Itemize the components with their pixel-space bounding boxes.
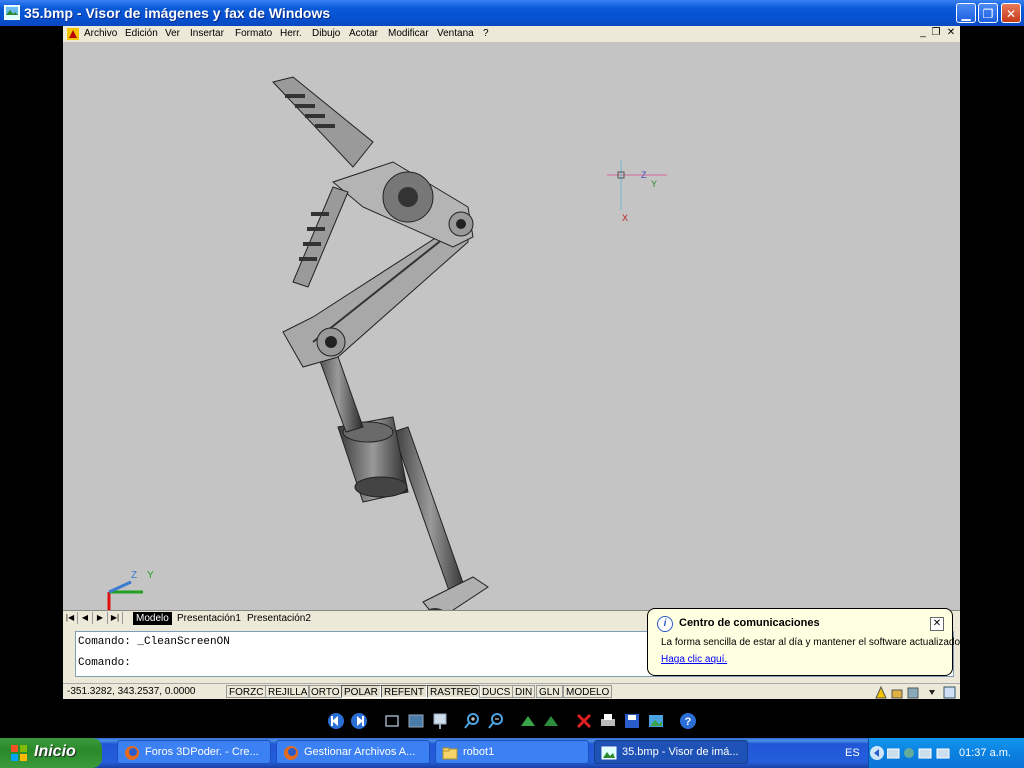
tab-first-icon[interactable]: |◀ <box>63 612 78 624</box>
rotate-clockwise-icon[interactable] <box>519 712 537 730</box>
taskbar-item-35bmp[interactable]: 35.bmp - Visor de imá... <box>594 740 748 764</box>
menu-dibujo[interactable]: Dibujo <box>312 28 340 39</box>
status-forzc[interactable]: FORZC <box>226 685 267 698</box>
acad-app-icon <box>67 28 79 40</box>
taskbar-item-robot1[interactable]: robot1 <box>435 740 589 764</box>
balloon-link[interactable]: Haga clic aquí. <box>661 654 727 665</box>
menu-archivo[interactable]: Archivo <box>84 28 117 39</box>
cursor-x-label: X <box>622 213 628 223</box>
status-ducs[interactable]: DUCS <box>479 685 514 698</box>
next-image-icon[interactable] <box>350 712 368 730</box>
taskbar-item-gestionar[interactable]: Gestionar Archivos A... <box>276 740 430 764</box>
start-label: Inicio <box>34 743 76 760</box>
status-bar: -351.3282, 343.2537, 0.0000 FORZC REJILL… <box>63 683 960 699</box>
delete-icon[interactable] <box>575 712 593 730</box>
start-button[interactable]: Inicio <box>0 738 102 768</box>
robot-arm-model: Z Y X X Z Y <box>104 76 667 637</box>
drawing-restore-button[interactable]: ❐ <box>930 27 942 39</box>
balloon-close-button[interactable]: ✕ <box>930 617 944 631</box>
tray-expand-icon[interactable] <box>869 745 885 761</box>
windows-logo-icon <box>11 745 27 761</box>
tab-presentacion2[interactable]: Presentación2 <box>244 612 314 625</box>
rotate-counterclockwise-icon[interactable] <box>542 712 560 730</box>
language-indicator[interactable]: ES <box>845 747 860 759</box>
zoom-out-icon[interactable] <box>487 712 505 730</box>
status-gln[interactable]: GLN <box>536 685 563 698</box>
zoom-in-icon[interactable] <box>463 712 481 730</box>
taskbar-item-label: Gestionar Archivos A... <box>304 746 416 758</box>
balloon-title: Centro de comunicaciones <box>679 617 820 629</box>
command-history-line: Comando: _CleanScreenON <box>78 636 230 648</box>
window-title: 35.bmp - Visor de imágenes y fax de Wind… <box>24 5 331 21</box>
ucs-icon: X Z Y <box>104 570 154 637</box>
restore-button[interactable]: ❐ <box>978 3 998 23</box>
copy-to-icon[interactable] <box>623 712 641 730</box>
notification-balloon: i Centro de comunicaciones ✕ La forma se… <box>647 608 963 676</box>
previous-image-icon[interactable] <box>327 712 345 730</box>
status-modelo[interactable]: MODELO <box>563 685 613 698</box>
info-icon: i <box>657 616 673 632</box>
help-icon[interactable]: ? <box>679 712 697 730</box>
menu-modificar[interactable]: Modificar <box>388 28 429 39</box>
coordinates-readout: -351.3282, 343.2537, 0.0000 <box>67 686 196 697</box>
print-icon[interactable] <box>599 712 617 730</box>
best-fit-icon[interactable] <box>383 712 401 730</box>
minimize-button[interactable]: ▁ <box>956 3 976 23</box>
menu-acotar[interactable]: Acotar <box>349 28 378 39</box>
window-title-bar[interactable]: 35.bmp - Visor de imágenes y fax de Wind… <box>0 0 1024 26</box>
drawing-close-button[interactable]: ✕ <box>945 27 957 39</box>
image-viewer-icon <box>601 746 617 760</box>
cursor-z-label: Z <box>641 170 647 180</box>
tab-modelo[interactable]: Modelo <box>133 612 172 625</box>
ucs-z-label: Z <box>131 570 137 581</box>
taskbar-item-label: Foros 3DPoder. - Cre... <box>145 746 259 758</box>
status-rejilla[interactable]: REJILLA <box>265 685 311 698</box>
tab-presentacion1[interactable]: Presentación1 <box>174 612 244 625</box>
viewer-toolbar: ? <box>0 706 1024 738</box>
tab-next-icon[interactable]: ▶ <box>93 612 108 624</box>
firefox-icon <box>125 746 139 760</box>
status-tray-icons <box>875 685 956 699</box>
drawing-canvas[interactable]: Z Y X X Z Y <box>63 42 960 637</box>
slideshow-icon[interactable] <box>431 712 449 730</box>
status-refent[interactable]: REFENT <box>381 685 427 698</box>
taskbar-item-label: robot1 <box>463 746 495 758</box>
close-button[interactable]: ✕ <box>1001 3 1021 23</box>
drawing-minimize-button[interactable]: _ <box>917 27 929 39</box>
menu-ventana[interactable]: Ventana <box>437 28 474 39</box>
actual-size-icon[interactable] <box>407 712 425 730</box>
tab-prev-icon[interactable]: ◀ <box>78 612 93 624</box>
menu-edicion[interactable]: Edición <box>125 28 158 39</box>
menu-ver[interactable]: Ver <box>165 28 180 39</box>
status-orto[interactable]: ORTO <box>308 685 343 698</box>
open-for-editing-icon[interactable] <box>647 712 665 730</box>
ucs-y-label: Y <box>147 570 154 581</box>
system-tray: 01:37 a.m. <box>868 738 1024 768</box>
taskbar-item-foros[interactable]: Foros 3DPoder. - Cre... <box>117 740 271 764</box>
taskbar: Inicio Foros 3DPoder. - Cre... Gestionar… <box>0 738 1024 768</box>
menu-herr[interactable]: Herr. <box>280 28 302 39</box>
acad-menu-bar: Archivo Edición Ver Insertar Formato Her… <box>63 26 960 42</box>
svg-text:?: ? <box>685 716 692 728</box>
status-din[interactable]: DIN <box>512 685 536 698</box>
image-viewer-icon <box>4 5 20 20</box>
firefox-icon <box>284 746 298 760</box>
menu-help[interactable]: ? <box>483 28 489 39</box>
status-rastreo[interactable]: RASTREO <box>427 685 482 698</box>
tray-icons[interactable] <box>887 745 959 761</box>
taskbar-item-label: 35.bmp - Visor de imá... <box>622 746 739 758</box>
clock[interactable]: 01:37 a.m. <box>959 747 1011 759</box>
command-prompt[interactable]: Comando: <box>78 657 131 669</box>
status-polar[interactable]: POLAR <box>341 685 381 698</box>
tab-last-icon[interactable]: ▶| <box>108 612 123 624</box>
cursor-y-label: Y <box>651 179 657 189</box>
displayed-image: Archivo Edición Ver Insertar Formato Her… <box>63 26 960 699</box>
folder-icon <box>442 747 458 760</box>
balloon-text: La forma sencilla de estar al día y mant… <box>661 637 963 648</box>
menu-insertar[interactable]: Insertar <box>190 28 224 39</box>
menu-formato[interactable]: Formato <box>235 28 272 39</box>
